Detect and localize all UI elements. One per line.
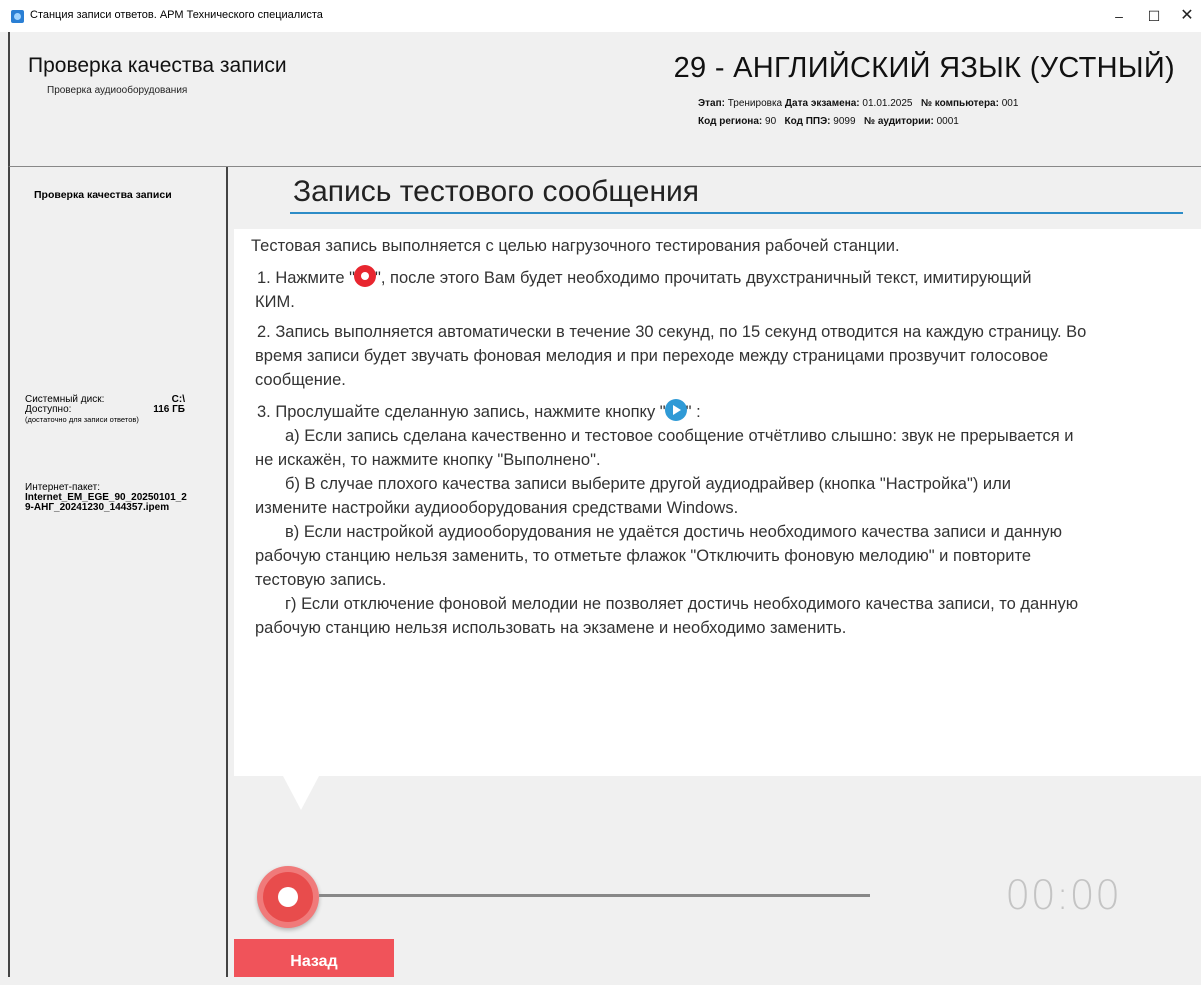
maximize-button[interactable]: ☐ xyxy=(1137,0,1171,32)
app-icon xyxy=(11,10,24,23)
step-1-text-a: 1. Нажмите " xyxy=(257,269,356,287)
computer-value: 001 xyxy=(1001,98,1019,109)
step-1-text-b: ", после этого Вам будет необходимо проч… xyxy=(375,269,1032,287)
exam-meta-row-1: Этап: Тренировка Дата экзамена: 01.01.20… xyxy=(698,98,1018,109)
recording-timer: 00:00 xyxy=(1005,873,1121,919)
ppe-value: 9099 xyxy=(833,116,856,127)
option-c-line-2: рабочую станцию нельзя заменить, то отме… xyxy=(255,547,1031,565)
stage-value: Тренировка xyxy=(727,98,783,109)
step-2-line-2: время записи будет звучать фоновая мелод… xyxy=(255,347,1049,365)
back-button[interactable]: Назад xyxy=(234,939,394,977)
record-button[interactable] xyxy=(257,866,319,928)
option-b-line-1: б) В случае плохого качества записи выбе… xyxy=(285,475,1011,493)
disk-info: Системный диск: C:\ Доступно: 116 ГБ (до… xyxy=(25,395,185,425)
instructions-panel: Тестовая запись выполняется с целью нагр… xyxy=(234,229,1201,776)
sidebar: Проверка качества записи Системный диск:… xyxy=(8,167,228,977)
minimize-button[interactable]: – xyxy=(1102,0,1136,32)
option-a-line-2: не искажён, то нажмите кнопку "Выполнено… xyxy=(255,451,601,469)
room-value: 0001 xyxy=(936,116,959,127)
internet-package-info: Интернет-пакет: Internet_EM_EGE_90_20250… xyxy=(25,483,225,513)
room-label: № аудитории: xyxy=(863,116,934,127)
step-2-line-1: 2. Запись выполняется автоматически в те… xyxy=(257,323,1087,341)
computer-label: № компьютера: xyxy=(920,98,999,109)
step-1-cont: КИМ. xyxy=(255,293,295,311)
step-2-line-3: сообщение. xyxy=(255,371,346,389)
step-3-text-b: " : xyxy=(685,403,701,421)
option-d-line-1: г) Если отключение фоновой мелодии не по… xyxy=(285,595,1079,613)
window-title: Станция записи ответов. АРМ Технического… xyxy=(30,9,323,21)
panel-pointer xyxy=(283,776,319,810)
region-value: 90 xyxy=(765,116,777,127)
exam-subject: 29 - АНГЛИЙСКИЙ ЯЗЫК (УСТНЫЙ) xyxy=(673,52,1175,84)
record-icon xyxy=(354,265,377,287)
exam-date-label: Дата экзамена: xyxy=(784,98,860,109)
package-name-line2: 9-АНГ_20241230_144357.ipem xyxy=(25,502,170,513)
exam-date-value: 01.01.2025 xyxy=(862,98,913,109)
title-underline xyxy=(290,212,1183,214)
free-space-note: (достаточно для записи ответов) xyxy=(25,415,139,424)
region-label: Код региона: xyxy=(698,116,763,127)
recording-progress-track xyxy=(319,894,870,897)
close-button[interactable]: ✕ xyxy=(1170,0,1201,32)
stage-label: Этап: xyxy=(698,98,725,109)
free-space-row: Доступно: 116 ГБ xyxy=(25,405,185,415)
step-3-text-a: 3. Прослушайте сделанную запись, нажмите… xyxy=(257,403,666,421)
step-3: 3. Прослушайте сделанную запись, нажмите… xyxy=(257,399,1197,424)
record-icon xyxy=(278,887,298,907)
free-space-value: 116 ГБ xyxy=(153,404,185,415)
option-a-line-1: а) Если запись сделана качественно и тес… xyxy=(285,427,1074,445)
option-b-line-2: измените настройки аудиооборудования сре… xyxy=(255,499,739,517)
ppe-label: Код ППЭ: xyxy=(784,116,831,127)
page-subtitle: Проверка аудиооборудования xyxy=(47,85,188,96)
play-icon xyxy=(664,399,687,421)
option-c-line-1: в) Если настройкой аудиооборудования не … xyxy=(285,523,1063,541)
intro-text: Тестовая запись выполняется с целью нагр… xyxy=(251,237,900,255)
free-space-label: Доступно: xyxy=(25,404,72,415)
exam-meta-row-2: Код региона: 90 Код ППЭ: 9099 № аудитори… xyxy=(698,116,959,127)
instructions-list: 1. Нажмите " ", после этого Вам будет нео… xyxy=(255,265,1197,640)
window-titlebar: Станция записи ответов. АРМ Технического… xyxy=(0,0,1201,32)
step-1: 1. Нажмите " ", после этого Вам будет нео… xyxy=(257,265,1197,290)
option-c-line-3: тестовую запись. xyxy=(255,571,387,589)
sidebar-current-step: Проверка качества записи xyxy=(34,189,172,201)
section-title: Запись тестового сообщения xyxy=(293,175,700,208)
page-header: Проверка качества записи Проверка аудиоо… xyxy=(8,32,1201,167)
page-title: Проверка качества записи xyxy=(28,54,287,77)
option-d-line-2: рабочую станцию нельзя использовать на э… xyxy=(255,619,847,637)
